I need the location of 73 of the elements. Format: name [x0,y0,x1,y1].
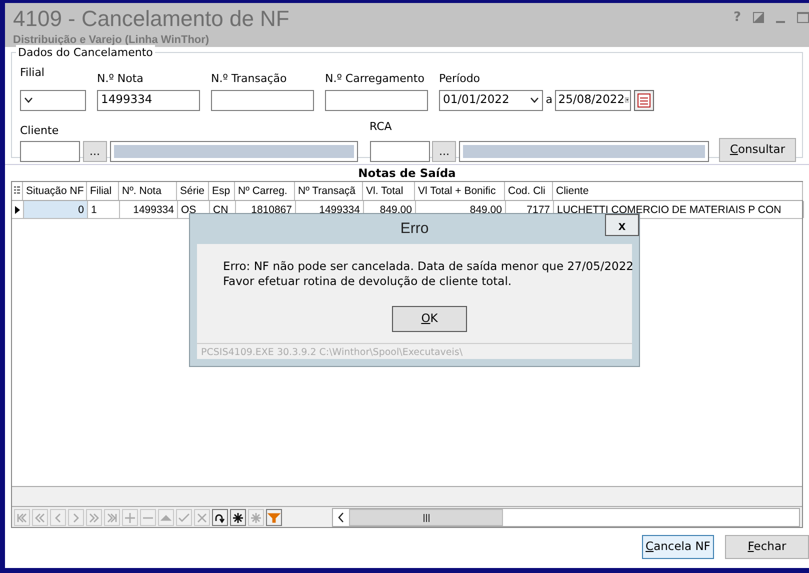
column-header[interactable]: Nº Transaçã [295,182,363,200]
chevron-down-icon[interactable] [24,97,33,103]
prior-page-icon [35,512,45,522]
column-header[interactable]: Vl. Total [363,182,415,200]
input-field[interactable] [211,90,314,110]
horizontal-scrollbar[interactable] [332,508,800,527]
window-title: 4109 - Cancelamento de NF [13,6,290,32]
column-header[interactable]: Filial [87,182,119,200]
scroll-thumb[interactable] [349,509,503,526]
grid-title: Notas de Saída [5,164,809,181]
input-field[interactable] [325,90,428,110]
error-message: Erro: NF não pode ser cancelada. Data de saída menor que 27/05/2022 [223,259,634,274]
dropdown-field[interactable] [20,90,86,110]
column-header[interactable]: Série [177,182,209,200]
lookup-button[interactable]: ... [82,141,107,162]
prior-icon [55,513,60,522]
error-message: Favor efetuar rotina de devolução de cliente total. [223,274,512,289]
filter-icon [267,512,281,522]
dialog-status-text: PCSIS4109.EXE 30.3.9.2 C:\Winthor\Spool\Executaveis\ [197,343,632,359]
close-button[interactable]: x [605,214,639,236]
dialog-title: Erro [400,218,429,239]
field-label: Período [439,71,480,87]
calendar-icon[interactable] [634,90,654,110]
lookup-button[interactable]: ... [432,141,456,162]
table-cell: 1499334 [120,201,178,218]
field-label: Filial [20,65,44,81]
input-field[interactable] [20,141,80,162]
footer-button[interactable]: Fechar [725,535,809,559]
edit-icon [160,514,172,520]
column-header[interactable]: Esp [209,182,235,200]
window-subtitle: Distribuição e Varejo (Linha WinThor) [13,33,210,48]
last-icon [107,512,117,522]
navigator-asterisk-button[interactable] [230,509,246,526]
ok-button[interactable]: OK [392,306,467,332]
input-field[interactable] [370,141,430,162]
field-value: 1499334 [101,91,152,108]
cancel-icon [197,512,207,522]
field-value: 01/01/2022 [443,91,510,108]
post-icon [178,513,190,522]
refresh-icon [215,514,225,522]
column-header[interactable]: Situação NF [23,182,87,200]
restore-icon[interactable] [753,12,764,24]
field-label: N.º Nota [97,71,144,87]
navigator-filter-button[interactable] [266,509,282,526]
insert-icon [124,512,136,524]
column-header[interactable]: Vl Total + Bonific [415,182,505,200]
next-icon [74,513,79,522]
asterisk-icon [250,512,262,524]
maximize-icon[interactable] [797,12,809,24]
first-icon [17,512,27,522]
column-header[interactable]: Nº Carreg. [235,182,295,200]
grip-icon [422,514,430,522]
consult-button[interactable]: Consultar [719,138,796,162]
field-label: N.º Carregamento [325,71,424,87]
next-page-icon [89,512,99,522]
date-field[interactable]: 25/08/2022 [555,90,632,110]
asterisk-icon [232,512,244,524]
field-label: Cliente [20,122,59,138]
table-cell: 1 [88,201,120,218]
column-header[interactable]: Cod. Cli [505,182,553,200]
column-header[interactable]: Cliente [553,182,803,200]
input-field[interactable]: 1499334 [97,90,200,110]
table-cell: 0 [24,201,88,218]
range-separator: a [546,92,552,108]
field-label: N.º Transação [211,71,287,87]
field-label: RCA [370,118,392,134]
navigator-refresh-button[interactable] [212,509,228,526]
footer-button[interactable]: Cancela NF [642,535,714,559]
date-field[interactable]: 01/01/2022 [439,90,543,110]
chevron-down-icon[interactable] [530,97,539,103]
column-chooser-icon[interactable] [14,186,20,196]
column-header[interactable]: Nº. Nota [119,182,177,200]
field-value: 25/08/2022 [558,91,625,108]
